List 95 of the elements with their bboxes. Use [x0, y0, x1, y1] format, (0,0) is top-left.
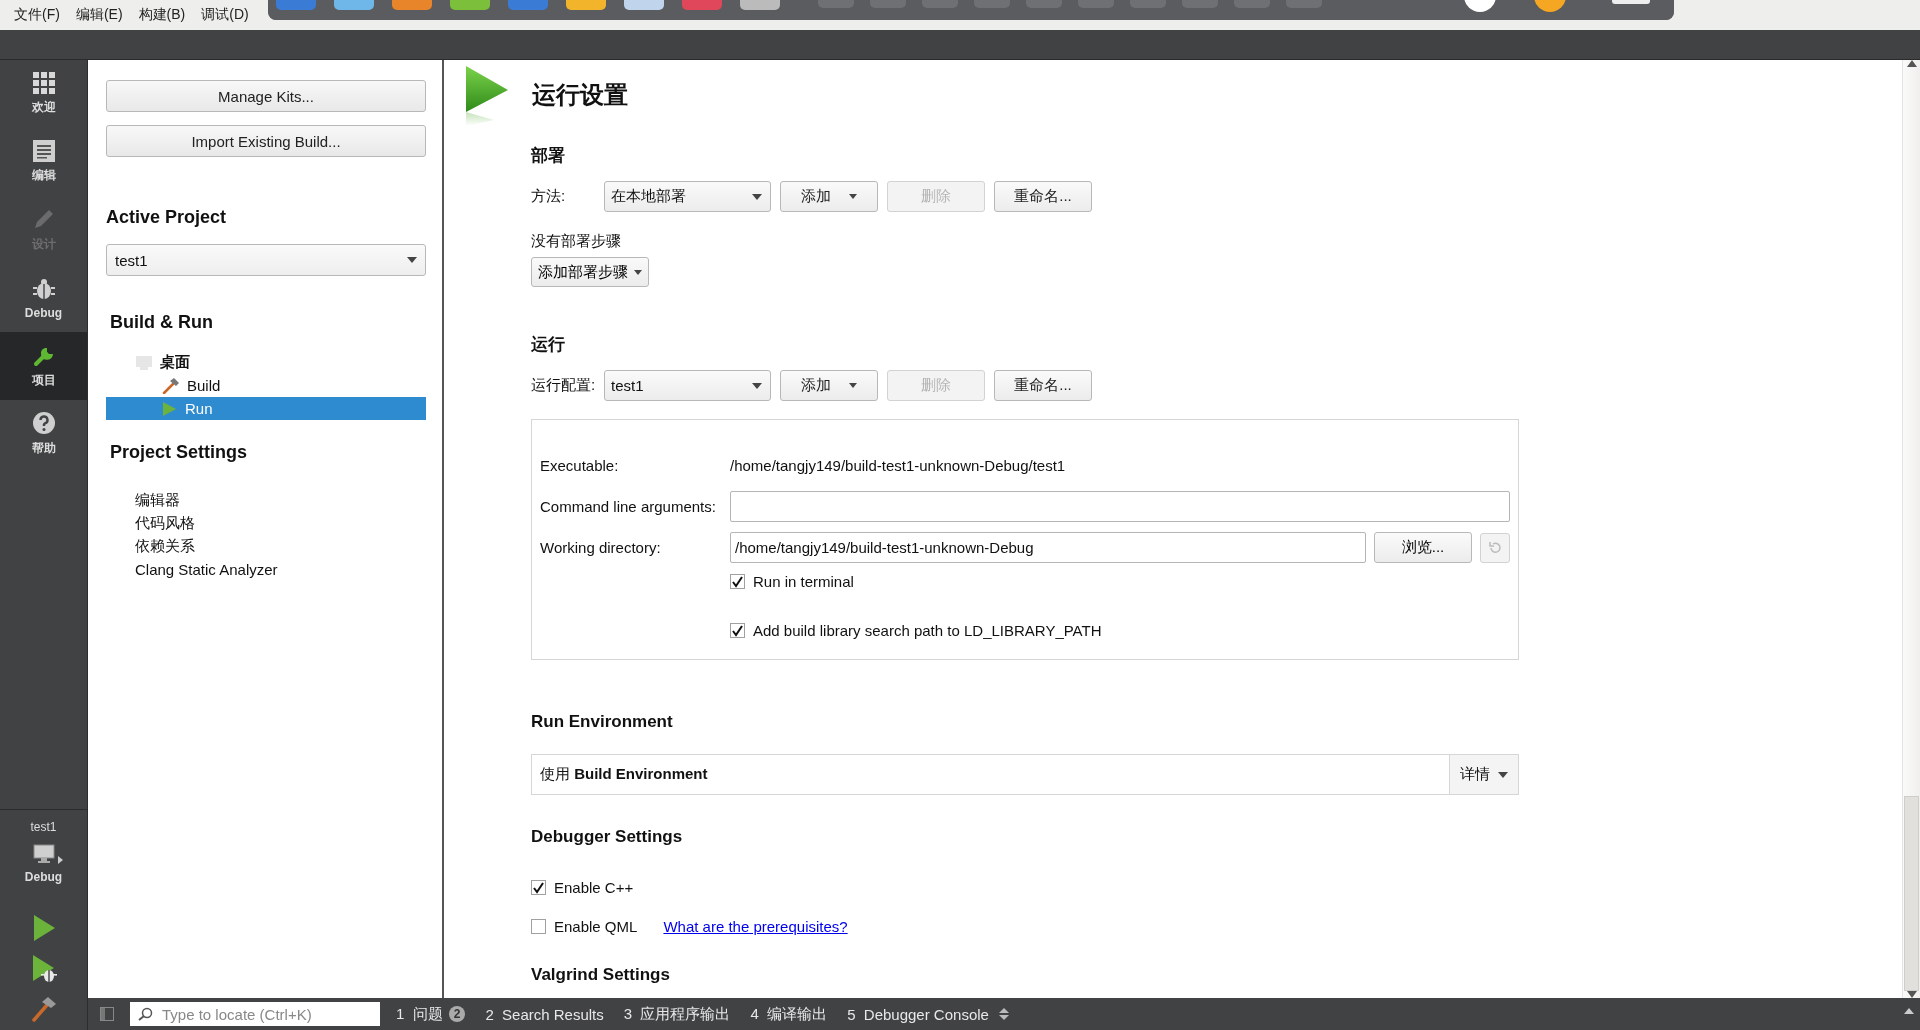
field-label: Command line arguments:	[540, 498, 717, 515]
kit-build-mode: Debug	[24, 870, 63, 884]
section-heading: 运行	[531, 334, 565, 356]
menu-button[interactable]: 添加	[780, 181, 878, 212]
tree-item[interactable]: 桌面	[160, 353, 190, 372]
caret-icon	[1498, 771, 1508, 778]
caret-icon	[634, 269, 642, 275]
bug-icon	[31, 276, 56, 301]
locate-field[interactable]: Type to locate (Ctrl+K)	[130, 1002, 380, 1026]
settings-item[interactable]: 代码风格	[135, 512, 424, 535]
tree-item[interactable]: Build	[106, 374, 426, 397]
settings-item[interactable]: 编辑器	[135, 489, 424, 512]
checkbox[interactable]	[531, 880, 546, 895]
mode-button[interactable]: 项目	[0, 332, 87, 400]
document-icon	[32, 140, 55, 162]
mode-button[interactable]: 编辑	[0, 128, 87, 196]
panel-button[interactable]: Import Existing Build...	[106, 125, 426, 157]
run-icon	[162, 400, 177, 417]
checkbox-label: Add build library search path to LD_LIBRARY_PATH	[753, 622, 1102, 639]
play-icon	[464, 64, 510, 126]
project-dropdown[interactable]: test1	[106, 244, 426, 276]
caret-icon	[407, 257, 417, 263]
menu-item[interactable]: 编辑(E)	[67, 6, 131, 24]
menu-item[interactable]: 调试(D)	[193, 6, 257, 24]
field-label: 运行配置:	[531, 376, 595, 395]
caret-icon	[849, 194, 857, 199]
settings-item[interactable]: 依赖关系	[135, 535, 424, 558]
output-tab[interactable]: 2 Search Results	[475, 998, 614, 1030]
undo-icon	[1488, 540, 1502, 555]
section-heading: Build & Run	[109, 312, 214, 333]
field-label: 方法:	[531, 187, 567, 206]
arguments-field[interactable]	[730, 491, 1510, 522]
browse-button[interactable]: 浏览...	[1374, 532, 1472, 563]
settings-item[interactable]: Clang Static Analyzer	[135, 558, 424, 581]
menu-item[interactable]: 构建(B)	[130, 6, 194, 24]
output-tab[interactable]: 3 应用程序输出	[613, 998, 741, 1030]
section-heading: Valgrind Settings	[531, 965, 670, 985]
output-tab[interactable]: 4 编译输出	[740, 998, 838, 1030]
mode-button[interactable]: Debug	[0, 264, 87, 332]
working-directory-field[interactable]: /home/tangjy149/build-test1-unknown-Debug	[730, 532, 1366, 563]
page-title: 运行设置	[532, 80, 628, 110]
check-icon	[732, 575, 743, 588]
prerequisites-link[interactable]: What are the prerequisites?	[663, 918, 848, 935]
output-tab[interactable]: 1 问题 2	[386, 998, 476, 1030]
expand-icon[interactable]	[1904, 1008, 1914, 1014]
section-heading: 部署	[531, 145, 565, 167]
check-icon	[533, 881, 544, 894]
add-step-button[interactable]: 添加部署步骤	[531, 257, 649, 287]
help-icon	[31, 411, 56, 435]
sidebar-toggle-icon[interactable]	[100, 1007, 114, 1021]
menu-item[interactable]: 文件(F)	[6, 6, 68, 24]
checkbox-label: Enable C++	[554, 879, 634, 896]
monitor-icon[interactable]	[32, 844, 55, 864]
mode-button[interactable]: 欢迎	[0, 60, 87, 128]
caret-icon	[849, 383, 857, 388]
environment-text: 使用 Build Environment	[539, 765, 708, 784]
checkbox-label: Enable QML	[554, 918, 638, 935]
section-heading: Debugger Settings	[531, 827, 683, 847]
section-heading: Active Project	[106, 207, 228, 228]
count-badge: 2	[448, 1006, 466, 1022]
hammer-icon[interactable]	[30, 996, 57, 1022]
caret-icon	[752, 193, 762, 200]
run-config-dropdown[interactable]: test1	[604, 370, 771, 401]
deploy-method-dropdown[interactable]: 在本地部署	[604, 181, 771, 212]
run-icon[interactable]	[31, 914, 56, 942]
checkbox[interactable]	[531, 919, 546, 934]
kit-project-label: test1	[30, 820, 57, 834]
monitor-icon	[136, 355, 152, 370]
checkbox[interactable]	[730, 574, 745, 589]
scrollbar[interactable]	[1902, 60, 1920, 998]
hammer-icon	[162, 377, 179, 394]
details-button[interactable]: 详情	[1449, 755, 1518, 794]
check-icon	[732, 624, 743, 637]
checkbox[interactable]	[730, 623, 745, 638]
debug-run-icon[interactable]	[30, 954, 57, 984]
up-down-arrows-icon[interactable]	[998, 1008, 1009, 1020]
checkbox-label: Run in terminal	[753, 573, 854, 590]
scrollbar-thumb[interactable]	[1904, 796, 1919, 991]
info-text: 没有部署步骤	[531, 232, 622, 251]
output-tab[interactable]: 5 Debugger Console	[837, 998, 999, 1030]
menu-button[interactable]: 添加	[780, 370, 878, 401]
executable-path: /home/tangjy149/build-test1-unknown-Debug/test1	[730, 456, 1067, 476]
panel-button[interactable]: Manage Kits...	[106, 80, 426, 112]
search-icon	[138, 1007, 154, 1021]
action-button[interactable]: 重命名...	[994, 181, 1092, 212]
section-heading: Project Settings	[109, 442, 249, 463]
field-label: Working directory:	[540, 539, 662, 556]
section-heading: Run Environment	[531, 712, 673, 732]
field-label: Executable:	[540, 457, 620, 474]
action-button[interactable]: 重命名...	[994, 370, 1092, 401]
caret-icon[interactable]	[57, 856, 63, 864]
tree-item[interactable]: Run	[106, 397, 426, 420]
caret-icon	[752, 382, 762, 389]
mode-button[interactable]: 帮助	[0, 400, 87, 468]
grid-icon	[32, 72, 55, 94]
